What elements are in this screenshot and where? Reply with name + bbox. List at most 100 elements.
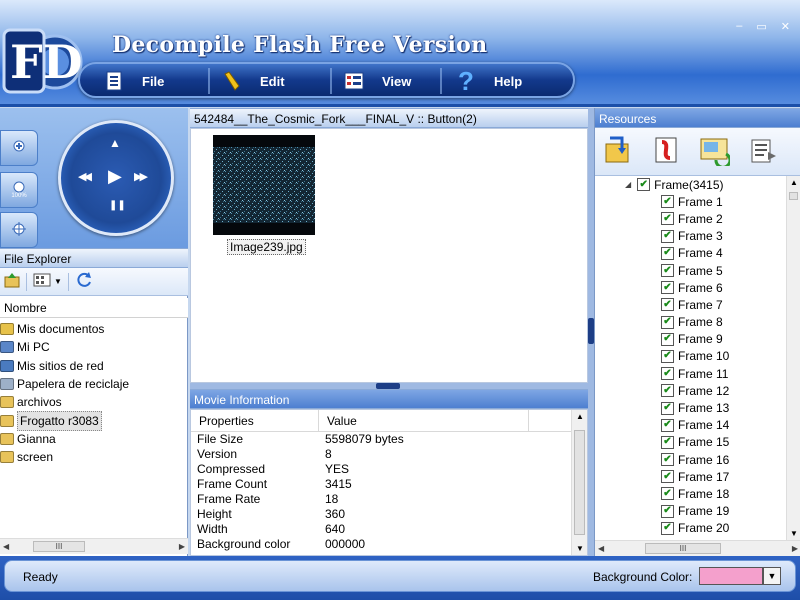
frame-checkbox[interactable]: ✔: [661, 212, 674, 226]
scroll-thumb[interactable]: III: [644, 543, 722, 554]
frame-checkbox[interactable]: ✔: [661, 453, 674, 467]
tree-frame-item[interactable]: ✔ Frame 18: [595, 485, 785, 502]
play-button[interactable]: ▶: [108, 166, 122, 187]
file-explorer-item[interactable]: Mi PC: [0, 338, 188, 356]
frame-checkbox[interactable]: ✔: [661, 229, 674, 243]
tree-frame-item[interactable]: ✔ Frame 13: [595, 399, 785, 416]
file-explorer-item[interactable]: Mis sitios de red: [0, 357, 188, 375]
scroll-up-icon[interactable]: ▲: [576, 412, 584, 421]
movie-info-row[interactable]: Height 360: [191, 507, 587, 522]
tree-frame-item[interactable]: ✔ Frame 3: [595, 228, 785, 245]
file-explorer-hscroll[interactable]: ◀ III ▶: [0, 538, 188, 554]
frame-checkbox[interactable]: ✔: [661, 384, 674, 398]
file-explorer-item[interactable]: Gianna: [0, 430, 188, 448]
scroll-down-icon[interactable]: ▼: [790, 529, 798, 538]
frame-checkbox[interactable]: ✔: [661, 349, 674, 363]
minimize-button[interactable]: –: [736, 20, 742, 33]
scroll-up-icon[interactable]: ▲: [790, 178, 798, 187]
frame-checkbox[interactable]: ✔: [661, 435, 674, 449]
pause-button[interactable]: ❚❚: [109, 200, 126, 211]
refresh-image-button[interactable]: [697, 135, 732, 169]
movie-info-row[interactable]: Compressed YES: [191, 462, 587, 477]
file-explorer-column-header[interactable]: Nombre: [0, 298, 188, 318]
thumbnail-label[interactable]: Image239.jpg: [227, 239, 306, 255]
frame-checkbox[interactable]: ✔: [661, 470, 674, 484]
tree-frame-item[interactable]: ✔ Frame 2: [595, 210, 785, 227]
frame-checkbox[interactable]: ✔: [661, 401, 674, 415]
tree-frame-item[interactable]: ✔ Frame 20: [595, 520, 785, 537]
export-text-button[interactable]: [745, 135, 779, 169]
tree-frame-item[interactable]: ✔ Frame 4: [595, 245, 785, 262]
tree-root[interactable]: ◢ ✔ Frame(3415): [595, 176, 785, 193]
image-thumbnail[interactable]: [213, 135, 315, 235]
export-flash-button[interactable]: [649, 135, 683, 169]
tree-frame-item[interactable]: ✔ Frame 16: [595, 451, 785, 468]
movie-info-row[interactable]: File Size 5598079 bytes: [191, 432, 587, 447]
frame-checkbox[interactable]: ✔: [661, 246, 674, 260]
frame-checkbox[interactable]: ✔: [661, 487, 674, 501]
tree-frame-item[interactable]: ✔ Frame 14: [595, 417, 785, 434]
column-header-value[interactable]: Value: [319, 410, 529, 431]
zoom-fit-button[interactable]: [0, 212, 38, 248]
frame-checkbox[interactable]: ✔: [661, 418, 674, 432]
movie-info-vscroll[interactable]: ▲ ▼: [571, 410, 587, 555]
frame-checkbox[interactable]: ✔: [661, 521, 674, 535]
background-color-swatch[interactable]: [699, 567, 763, 585]
file-explorer-item[interactable]: Mis documentos: [0, 320, 188, 338]
tree-frame-item[interactable]: ✔ Frame 1: [595, 193, 785, 210]
frame-checkbox[interactable]: ✔: [661, 281, 674, 295]
frame-checkbox[interactable]: ✔: [661, 504, 674, 518]
up-folder-button[interactable]: [2, 272, 22, 292]
tree-frame-item[interactable]: ✔ Frame 17: [595, 468, 785, 485]
tree-frame-item[interactable]: ✔ Frame 5: [595, 262, 785, 279]
movie-info-row[interactable]: Frame Rate 18: [191, 492, 587, 507]
file-explorer-item[interactable]: archivos: [0, 393, 188, 411]
forward-button[interactable]: ▶▶: [134, 170, 148, 183]
export-folder-button[interactable]: [601, 135, 635, 169]
tree-frame-item[interactable]: ✔ Frame 9: [595, 331, 785, 348]
close-button[interactable]: ✕: [781, 20, 790, 33]
refresh-button[interactable]: [73, 272, 95, 292]
tree-frame-item[interactable]: ✔ Frame 11: [595, 365, 785, 382]
tree-frame-item[interactable]: ✔ Frame 8: [595, 314, 785, 331]
menu-edit[interactable]: Edit: [220, 68, 285, 94]
frame-checkbox[interactable]: ✔: [661, 264, 674, 278]
file-explorer-item[interactable]: Frogatto r3083: [0, 410, 188, 431]
movie-info-row[interactable]: Background color 000000: [191, 537, 587, 552]
rewind-button[interactable]: ◀◀: [78, 170, 92, 183]
file-explorer-item[interactable]: Papelera de reciclaje: [0, 375, 188, 393]
background-color-dropdown[interactable]: ▼: [763, 567, 781, 585]
movie-info-row[interactable]: Frame Count 3415: [191, 477, 587, 492]
file-explorer-item[interactable]: screen: [0, 448, 188, 466]
scroll-thumb[interactable]: III: [32, 541, 86, 552]
movie-info-row[interactable]: Width 640: [191, 522, 587, 537]
tree-expander-icon[interactable]: ◢: [625, 180, 631, 189]
scroll-left-icon[interactable]: ◀: [598, 544, 604, 553]
view-mode-button[interactable]: ▼: [31, 272, 64, 292]
scroll-right-icon[interactable]: ▶: [792, 544, 798, 553]
scroll-thumb[interactable]: [789, 192, 798, 200]
frame-checkbox[interactable]: ✔: [661, 332, 674, 346]
scroll-down-icon[interactable]: ▼: [576, 544, 584, 553]
zoom-in-button[interactable]: [0, 130, 38, 166]
movie-info-row[interactable]: Version 8: [191, 447, 587, 462]
menu-view[interactable]: View: [342, 68, 411, 94]
tree-frame-item[interactable]: ✔ Frame 19: [595, 503, 785, 520]
frame-checkbox[interactable]: ✔: [661, 195, 674, 209]
tree-frame-item[interactable]: ✔ Frame 10: [595, 348, 785, 365]
tree-root-checkbox[interactable]: ✔: [637, 178, 651, 192]
resources-vscroll[interactable]: ▲ ▼: [786, 176, 800, 540]
maximize-button[interactable]: ▭: [756, 20, 766, 33]
frame-checkbox[interactable]: ✔: [661, 315, 674, 329]
scroll-left-icon[interactable]: ◀: [3, 542, 9, 551]
frame-checkbox[interactable]: ✔: [661, 298, 674, 312]
tree-frame-item[interactable]: ✔ Frame 6: [595, 279, 785, 296]
column-header-properties[interactable]: Properties: [191, 410, 319, 431]
menu-file[interactable]: File: [102, 68, 164, 94]
up-button[interactable]: ▲: [109, 136, 121, 150]
tree-frame-item[interactable]: ✔ Frame 15: [595, 434, 785, 451]
scroll-thumb[interactable]: [574, 430, 585, 535]
tree-frame-item[interactable]: ✔ Frame 7: [595, 296, 785, 313]
menu-help[interactable]: ? Help: [454, 68, 522, 94]
zoom-100-button[interactable]: 100%: [0, 172, 38, 208]
